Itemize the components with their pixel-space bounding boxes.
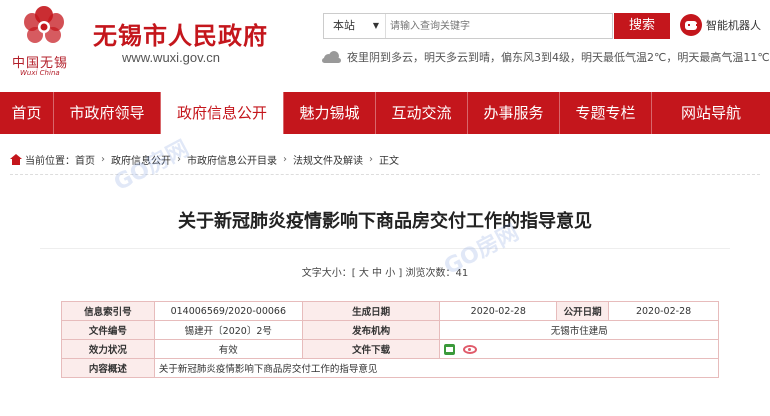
breadcrumb-divider bbox=[10, 174, 760, 175]
info-table: 信息索引号 014006569/2020-00066 生成日期 2020-02-… bbox=[61, 301, 720, 378]
doc-no-value: 锡建开〔2020〕2号 bbox=[153, 320, 303, 340]
doc-no-label: 文件编号 bbox=[61, 320, 155, 340]
nav-item-leaders[interactable]: 市政府领导 bbox=[54, 92, 160, 134]
breadcrumb: 当前位置： 首页 › 政府信息公开 › 市政府信息公开目录 › 法规文件及解读 … bbox=[10, 152, 399, 167]
index-no-label: 信息索引号 bbox=[61, 301, 155, 321]
cloud-icon bbox=[322, 50, 342, 64]
breadcrumb-item-home[interactable]: 首页 bbox=[75, 152, 95, 167]
robot-icon bbox=[680, 14, 702, 36]
nav-item-interaction[interactable]: 互动交流 bbox=[376, 92, 467, 134]
breadcrumb-prefix: 当前位置： bbox=[25, 155, 75, 167]
download-label: 文件下载 bbox=[301, 339, 441, 359]
table-row: 文件编号 锡建开〔2020〕2号 发布机构 无锡市住建局 bbox=[61, 320, 719, 340]
eye-icon[interactable] bbox=[463, 344, 478, 354]
chevron-down-icon: ▼ bbox=[372, 21, 379, 30]
index-no-value: 014006569/2020-00066 bbox=[153, 301, 303, 321]
status-value: 有效 bbox=[153, 339, 303, 359]
nav-item-charm-city[interactable]: 魅力锡城 bbox=[284, 92, 375, 134]
published-date-label: 公开日期 bbox=[556, 301, 610, 321]
summary-value: 关于新冠肺炎疫情影响下商品房交付工作的指导意见 bbox=[153, 358, 720, 378]
robot-label: 智能机器人 bbox=[706, 19, 761, 32]
weather-info: 夜里阴到多云，明天多云到晴，偏东风3到4级，明天最低气温2℃，明天最高气温11℃ bbox=[322, 49, 770, 65]
breadcrumb-item-regulations[interactable]: 法规文件及解读 bbox=[293, 152, 363, 167]
nav-item-home[interactable]: 首页 bbox=[0, 92, 53, 134]
search-scope-label: 本站 bbox=[333, 19, 355, 32]
published-date-value: 2020-02-28 bbox=[608, 301, 719, 321]
article-title: 关于新冠肺炎疫情影响下商品房交付工作的指导意见 bbox=[178, 211, 592, 232]
nav-item-site-nav[interactable]: 网站导航 bbox=[652, 92, 770, 134]
table-row: 信息索引号 014006569/2020-00066 生成日期 2020-02-… bbox=[61, 301, 719, 321]
table-row: 效力状况 有效 文件下载 bbox=[61, 339, 719, 359]
download-icon[interactable] bbox=[444, 343, 456, 355]
created-date-value: 2020-02-28 bbox=[439, 301, 558, 321]
home-icon bbox=[10, 153, 22, 165]
breadcrumb-item-current: 正文 bbox=[379, 155, 399, 167]
site-header: 中国无锡 Wuxi China 无锡市人民政府 www.wuxi.gov.cn … bbox=[0, 0, 770, 92]
chevron-right-icon: › bbox=[177, 153, 181, 165]
chevron-right-icon: › bbox=[101, 153, 105, 165]
title-divider bbox=[40, 248, 730, 249]
search-input[interactable] bbox=[390, 14, 610, 38]
site-title[interactable]: 无锡市人民政府 bbox=[93, 16, 268, 51]
search-scope-select[interactable]: 本站 ▼ bbox=[324, 14, 386, 38]
created-date-label: 生成日期 bbox=[301, 301, 441, 321]
article-meta: 文字大小：[ 大 中 小 ] 浏览次数：41 bbox=[301, 268, 469, 279]
site-url: www.wuxi.gov.cn bbox=[122, 50, 221, 65]
search-button[interactable]: 搜索 bbox=[614, 13, 670, 39]
breadcrumb-item-catalog[interactable]: 市政府信息公开目录 bbox=[187, 152, 277, 167]
status-label: 效力状况 bbox=[61, 339, 155, 359]
download-cell bbox=[439, 339, 719, 359]
summary-label: 内容概述 bbox=[61, 358, 155, 378]
table-row: 内容概述 关于新冠肺炎疫情影响下商品房交付工作的指导意见 bbox=[61, 358, 720, 378]
logo-english-text: Wuxi China bbox=[20, 69, 60, 77]
search-box: 本站 ▼ bbox=[323, 13, 613, 39]
chevron-right-icon: › bbox=[369, 153, 373, 165]
breadcrumb-item-info-disclosure[interactable]: 政府信息公开 bbox=[111, 152, 171, 167]
smart-robot-link[interactable]: 智能机器人 bbox=[680, 12, 761, 38]
nav-item-info-disclosure[interactable]: 政府信息公开 bbox=[161, 92, 283, 134]
issuer-value: 无锡市住建局 bbox=[439, 320, 719, 340]
weather-text: 夜里阴到多云，明天多云到晴，偏东风3到4级，明天最低气温2℃，明天最高气温11℃ bbox=[347, 51, 770, 64]
chevron-right-icon: › bbox=[283, 153, 287, 165]
nav-item-topics[interactable]: 专题专栏 bbox=[560, 92, 651, 134]
issuer-label: 发布机构 bbox=[301, 320, 441, 340]
main-nav: 首页 市政府领导 政府信息公开 魅力锡城 互动交流 办事服务 专题专栏 网站导航 bbox=[0, 92, 770, 134]
nav-item-services[interactable]: 办事服务 bbox=[468, 92, 559, 134]
